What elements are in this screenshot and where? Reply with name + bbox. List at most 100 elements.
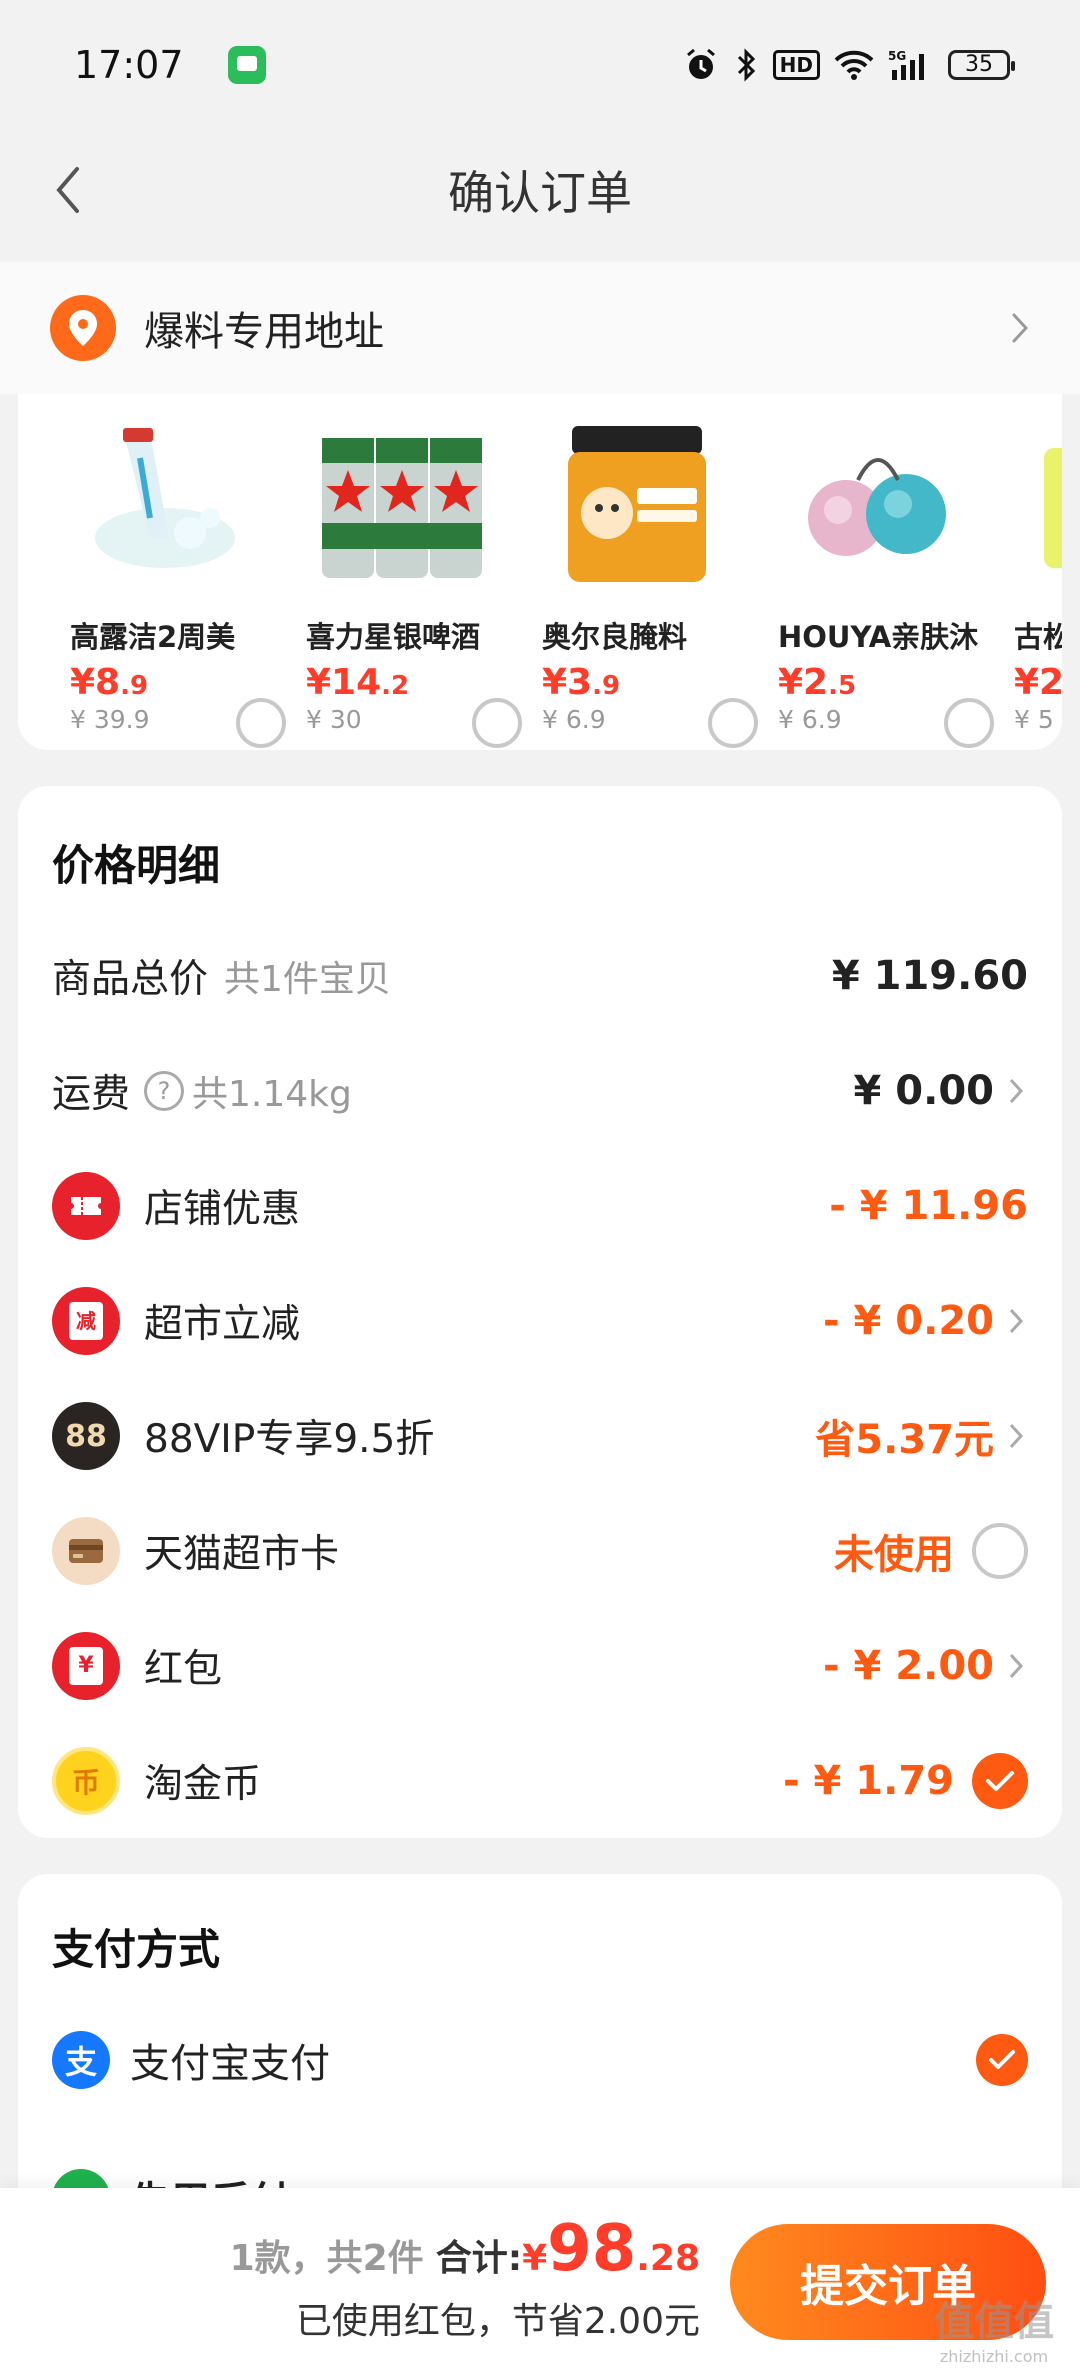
chevron-right-icon bbox=[1008, 1652, 1028, 1680]
product-select-radio[interactable] bbox=[472, 698, 522, 748]
shipping-weight: 共1.14kg bbox=[192, 1074, 352, 1115]
product-price: ¥14.2 bbox=[306, 662, 410, 703]
product-name: 喜力星银啤酒 bbox=[306, 620, 481, 654]
message-app-icon bbox=[227, 46, 266, 84]
total-decimal: .28 bbox=[636, 2238, 700, 2279]
wifi-icon bbox=[834, 50, 874, 80]
address-label: 爆料专用地址 bbox=[144, 309, 384, 355]
check-icon bbox=[989, 2050, 1015, 2069]
toothpaste-image bbox=[80, 418, 250, 588]
coins-label: 淘金币 bbox=[144, 1762, 262, 1807]
goods-total-value: ¥ 119.60 bbox=[831, 953, 1028, 999]
total-label: 合计: bbox=[435, 2238, 523, 2279]
product-select-radio[interactable] bbox=[236, 698, 286, 748]
red-packet-value: - ¥ 2.00 bbox=[823, 1643, 994, 1689]
marinade-jar-image bbox=[552, 418, 722, 588]
market-card-row[interactable]: 天猫超市卡 未使用 bbox=[18, 1501, 1062, 1601]
item-count: 1款，共2件 bbox=[229, 2238, 424, 2279]
hd-icon: HD bbox=[772, 50, 820, 80]
product-select-radio[interactable] bbox=[944, 698, 994, 748]
payment-title: 支付方式 bbox=[52, 1925, 221, 1974]
red-packet-row[interactable]: ¥ 红包 - ¥ 2.00 bbox=[18, 1616, 1062, 1716]
beer-cans-image bbox=[316, 418, 486, 588]
status-bar: 17:07 HD 5G 35 bbox=[0, 0, 1080, 130]
alipay-label: 支付宝支付 bbox=[130, 2041, 330, 2087]
status-time: 17:07 bbox=[74, 43, 184, 87]
vip-saving-value: 省5.37元 bbox=[815, 1417, 994, 1463]
site-watermark: 值值值 zhizhizhi.com bbox=[934, 2299, 1054, 2366]
product-item[interactable]: HOUYA亲肤沐 ¥2.5 ¥ 6.9 bbox=[778, 418, 1014, 748]
product-price: ¥2. bbox=[1014, 662, 1062, 703]
market-cut-row[interactable]: 减 超市立减 - ¥ 0.20 bbox=[18, 1271, 1062, 1371]
goods-total-row: 商品总价 共1件宝贝 ¥ 119.60 bbox=[18, 926, 1062, 1026]
product-item[interactable]: 古松 ¥2. ¥ 5 bbox=[1014, 418, 1062, 734]
saving-note: 已使用红包，节省2.00元 bbox=[295, 2301, 700, 2342]
market-card-radio[interactable] bbox=[972, 1523, 1028, 1579]
product-name: 古松 bbox=[1014, 620, 1062, 654]
total-integer: 98 bbox=[547, 2212, 637, 2286]
product-price: ¥2.5 bbox=[778, 662, 857, 703]
product-name: 奥尔良腌料 bbox=[542, 620, 688, 654]
discount-envelope-icon: 减 bbox=[52, 1287, 120, 1355]
shop-discount-row: 店铺优惠 - ¥ 11.96 bbox=[18, 1156, 1062, 1256]
shop-discount-label: 店铺优惠 bbox=[144, 1187, 301, 1232]
shop-discount-value: - ¥ 11.96 bbox=[829, 1183, 1028, 1229]
coins-value: - ¥ 1.79 bbox=[783, 1758, 954, 1804]
chevron-right-icon bbox=[1008, 1422, 1028, 1450]
product-price: ¥8.9 bbox=[70, 662, 149, 703]
market-cut-label: 超市立减 bbox=[144, 1302, 301, 1347]
location-pin-icon bbox=[50, 295, 116, 361]
coins-checkbox[interactable] bbox=[972, 1753, 1028, 1809]
coins-row[interactable]: 币 淘金币 - ¥ 1.79 bbox=[18, 1731, 1062, 1831]
product-item[interactable]: 高露洁2周美 ¥8.9 ¥ 39.9 bbox=[70, 418, 306, 748]
market-card-label: 天猫超市卡 bbox=[144, 1532, 340, 1577]
shipping-row[interactable]: 运费 ? 共1.14kg ¥ 0.00 bbox=[18, 1041, 1062, 1141]
alipay-icon: 支 bbox=[52, 2031, 110, 2089]
bath-sponge-image bbox=[788, 418, 958, 588]
chevron-right-icon bbox=[1008, 1307, 1028, 1335]
coin-icon: 币 bbox=[52, 1747, 120, 1815]
page-title: 确认订单 bbox=[448, 166, 632, 220]
address-selector[interactable]: 爆料专用地址 bbox=[0, 262, 1080, 394]
bottom-checkout-bar: 1款，共2件 合计: ¥ 98 .28 已使用红包，节省2.00元 提交订单 值… bbox=[0, 2188, 1080, 2376]
product-recommend-card: 高露洁2周美 ¥8.9 ¥ 39.9 喜力星银啤酒 ¥14.2 ¥ 30 奥尔良… bbox=[18, 394, 1062, 750]
chevron-left-icon bbox=[56, 167, 79, 213]
price-detail-title: 价格明细 bbox=[52, 841, 221, 890]
goods-count: 共1件宝贝 bbox=[224, 959, 391, 1000]
svg-text:5G: 5G bbox=[888, 49, 906, 63]
battery-indicator: 35 bbox=[948, 50, 1015, 80]
back-button[interactable] bbox=[40, 162, 96, 218]
product-select-radio[interactable] bbox=[708, 698, 758, 748]
alipay-selected-check[interactable] bbox=[976, 2034, 1028, 2086]
goods-total-label: 商品总价 bbox=[52, 957, 209, 1002]
chevron-right-icon bbox=[1012, 313, 1029, 343]
product-item[interactable]: 奥尔良腌料 ¥3.9 ¥ 6.9 bbox=[542, 418, 778, 748]
vip-discount-row[interactable]: 88 88VIP专享9.5折 省5.37元 bbox=[18, 1386, 1062, 1486]
signal-icon: 5G bbox=[888, 49, 924, 80]
confirm-order-page: 17:07 HD 5G 35 确认订单 爆料专用地址 高露洁2周美 ¥8.9 ¥… bbox=[0, 0, 1080, 2376]
bluetooth-icon bbox=[737, 48, 755, 82]
price-detail-card: 价格明细 商品总价 共1件宝贝 ¥ 119.60 运费 ? 共1.14kg ¥ … bbox=[18, 786, 1062, 1838]
product-item[interactable]: 喜力星银啤酒 ¥14.2 ¥ 30 bbox=[306, 418, 542, 748]
product-price: ¥3.9 bbox=[542, 662, 621, 703]
product-name: 高露洁2周美 bbox=[70, 620, 236, 654]
product-strip[interactable]: 高露洁2周美 ¥8.9 ¥ 39.9 喜力星银啤酒 ¥14.2 ¥ 30 奥尔良… bbox=[70, 418, 1062, 748]
product-name: HOUYA亲肤沐 bbox=[778, 620, 979, 654]
order-summary: 1款，共2件 合计: ¥ 98 .28 bbox=[230, 2212, 700, 2286]
shipping-label: 运费 bbox=[52, 1072, 131, 1117]
product-original-price: ¥ 5 bbox=[1014, 705, 1054, 734]
chevron-right-icon bbox=[1008, 1077, 1028, 1105]
alarm-icon bbox=[686, 48, 715, 79]
vip-label: 88VIP专享9.5折 bbox=[144, 1417, 435, 1462]
ticket-icon bbox=[52, 1172, 120, 1240]
shipping-value: ¥ 0.00 bbox=[853, 1068, 994, 1114]
status-icons: HD 5G 35 bbox=[683, 47, 1015, 83]
check-icon bbox=[986, 1771, 1014, 1791]
red-packet-icon: ¥ bbox=[52, 1632, 120, 1700]
red-packet-label: 红包 bbox=[144, 1647, 223, 1692]
alipay-option[interactable]: 支 支付宝支付 bbox=[18, 2010, 1062, 2110]
question-icon[interactable]: ? bbox=[144, 1071, 185, 1111]
product-image bbox=[1024, 418, 1062, 588]
vip-88-icon: 88 bbox=[52, 1402, 120, 1470]
page-header: 确认订单 bbox=[0, 130, 1080, 250]
